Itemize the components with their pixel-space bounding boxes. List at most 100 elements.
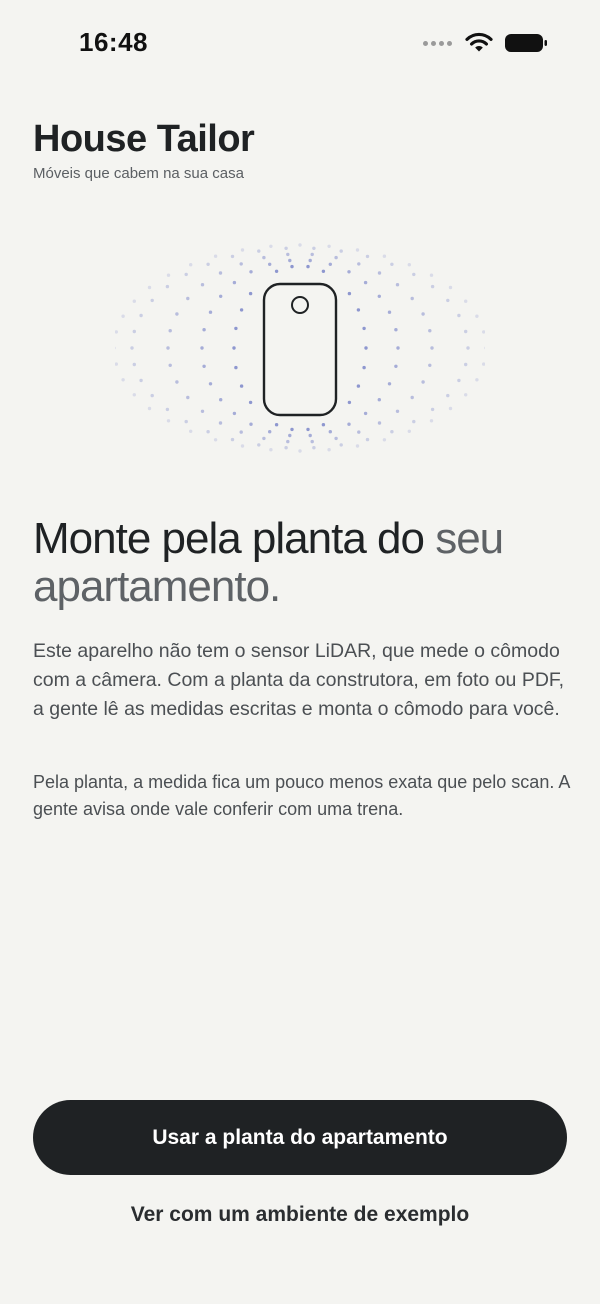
scan-dot bbox=[357, 262, 361, 266]
scan-dot bbox=[387, 382, 392, 386]
scan-dot bbox=[286, 252, 290, 257]
scan-dot bbox=[166, 346, 170, 350]
body-paragraph-accuracy: Pela planta, a medida fica um pouco meno… bbox=[33, 772, 570, 819]
status-icons bbox=[423, 32, 548, 54]
example-room-link[interactable]: Ver com um ambiente de exemplo bbox=[0, 1203, 600, 1227]
scan-dot bbox=[232, 346, 236, 350]
scan-dot bbox=[121, 314, 125, 318]
scan-dot bbox=[274, 423, 279, 427]
scan-dot bbox=[139, 378, 143, 383]
scan-dot bbox=[290, 264, 294, 269]
scan-dot bbox=[286, 439, 290, 444]
scan-dot bbox=[310, 439, 314, 444]
scan-dot bbox=[448, 406, 453, 411]
scan-dot bbox=[186, 296, 190, 301]
scan-dot bbox=[132, 362, 136, 367]
scan-dot bbox=[410, 395, 414, 400]
scan-dot bbox=[382, 254, 387, 258]
scan-dot bbox=[208, 382, 213, 386]
scan-dot bbox=[394, 364, 398, 368]
scan-dot bbox=[257, 249, 261, 253]
scan-dot bbox=[457, 378, 461, 383]
scan-dot bbox=[218, 271, 223, 275]
scan-dots bbox=[115, 243, 485, 453]
scan-dot bbox=[446, 298, 450, 303]
scan-dot bbox=[482, 362, 485, 366]
scan-dot bbox=[288, 433, 292, 438]
status-bar: 16:48 bbox=[0, 0, 600, 88]
scan-dot bbox=[428, 363, 432, 367]
scan-dot bbox=[412, 419, 416, 424]
scan-dot bbox=[139, 313, 143, 318]
scan-dot bbox=[269, 448, 273, 452]
scan-dot bbox=[239, 308, 244, 312]
scan-dot bbox=[430, 346, 434, 350]
scan-dot bbox=[390, 430, 394, 434]
scan-dot bbox=[429, 273, 434, 277]
scan-dot bbox=[347, 422, 351, 426]
scan-dot bbox=[239, 430, 243, 434]
scan-dot bbox=[363, 411, 368, 416]
scan-dot bbox=[327, 448, 331, 452]
scan-dot bbox=[328, 262, 332, 266]
scan-dot bbox=[121, 378, 125, 382]
scan-dot bbox=[308, 258, 312, 263]
scan-dot bbox=[308, 433, 312, 438]
scan-dot bbox=[168, 363, 172, 367]
scan-dot bbox=[377, 398, 381, 402]
scan-dot bbox=[362, 365, 366, 370]
scan-dot bbox=[356, 384, 361, 388]
scan-dot bbox=[284, 246, 288, 250]
app-subtitle: Móveis que cabem na sua casa bbox=[33, 165, 244, 182]
scan-dot bbox=[430, 284, 435, 289]
scan-dot bbox=[382, 438, 387, 442]
scan-dot bbox=[200, 346, 204, 350]
scan-dot bbox=[306, 427, 310, 432]
scan-dot bbox=[230, 254, 235, 259]
scan-dot bbox=[115, 346, 116, 350]
scan-dot bbox=[347, 291, 352, 296]
scan-dot bbox=[356, 308, 361, 312]
scan-dot bbox=[312, 446, 316, 450]
scan-dot bbox=[428, 329, 432, 333]
scan-dot bbox=[234, 326, 238, 331]
scan-dot bbox=[175, 380, 179, 384]
scan-dot bbox=[355, 444, 360, 448]
scan-dot bbox=[464, 393, 468, 397]
scan-dot bbox=[239, 262, 243, 266]
scan-dot bbox=[186, 395, 190, 400]
scan-dot bbox=[327, 244, 331, 248]
scan-dot bbox=[239, 384, 244, 388]
scan-dot bbox=[274, 269, 279, 273]
scan-dot bbox=[430, 407, 435, 412]
scan-dot bbox=[312, 246, 316, 250]
scan-dot bbox=[298, 449, 302, 453]
phone-scan-icon bbox=[115, 243, 485, 453]
scan-dot bbox=[184, 419, 188, 424]
scan-dot bbox=[249, 270, 253, 274]
scan-dot bbox=[377, 271, 382, 275]
use-floor-plan-button[interactable]: Usar a planta do apartamento bbox=[33, 1100, 567, 1175]
scan-dot bbox=[321, 423, 326, 427]
scan-dot bbox=[339, 249, 343, 253]
scan-dot bbox=[232, 280, 237, 285]
scan-dot bbox=[410, 296, 414, 301]
scan-dot bbox=[165, 284, 170, 289]
scan-dot bbox=[466, 346, 470, 350]
scan-dot bbox=[475, 378, 479, 382]
scan-dot bbox=[165, 407, 170, 412]
scan-dot bbox=[248, 291, 253, 296]
scan-dot bbox=[421, 380, 425, 384]
scan-dot bbox=[230, 437, 235, 442]
scan-dot bbox=[306, 264, 310, 269]
scan-dot bbox=[268, 430, 272, 434]
scan-dot bbox=[219, 294, 223, 298]
cellular-dots-icon bbox=[423, 40, 452, 46]
scan-dot bbox=[407, 263, 411, 267]
scan-dot bbox=[200, 409, 205, 413]
scan-dot bbox=[387, 310, 392, 314]
wifi-icon bbox=[465, 32, 493, 52]
scan-dot bbox=[290, 427, 294, 432]
scan-dot bbox=[147, 406, 152, 411]
scan-dot bbox=[200, 283, 205, 287]
